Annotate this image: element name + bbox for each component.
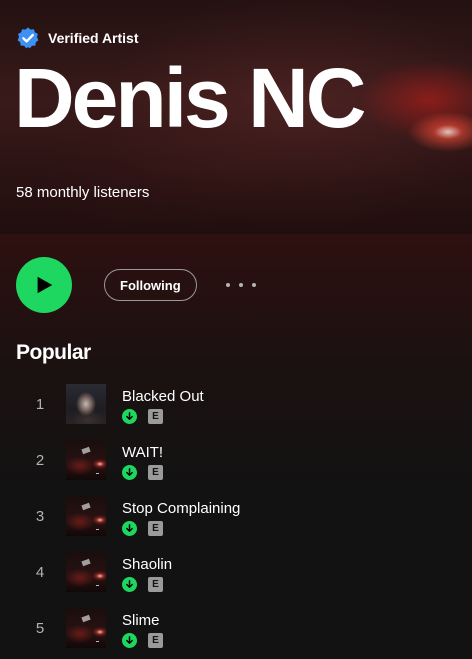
track-badges: E (122, 633, 163, 648)
downloaded-icon (122, 521, 137, 536)
downloaded-icon (122, 465, 137, 480)
track-number: 2 (35, 452, 45, 469)
artist-name: Denis NC (14, 51, 366, 145)
more-options-icon[interactable] (226, 276, 256, 294)
verified-artist-label: Verified Artist (48, 30, 139, 46)
track-row[interactable]: 2 WAIT! E (0, 436, 472, 492)
explicit-icon: E (148, 465, 163, 480)
track-badges: E (122, 521, 163, 536)
explicit-icon: E (148, 409, 163, 424)
track-cover-art (66, 384, 106, 424)
play-icon (37, 276, 53, 294)
track-badges: E (122, 409, 163, 424)
track-row[interactable]: 5 Slime E (0, 604, 472, 659)
track-cover-art (66, 552, 106, 592)
explicit-icon: E (148, 521, 163, 536)
track-badges: E (122, 465, 163, 480)
play-button[interactable] (16, 257, 72, 313)
track-title: Stop Complaining (122, 500, 241, 517)
track-cover-art (66, 440, 106, 480)
track-title: Shaolin (122, 556, 173, 573)
track-number: 3 (35, 508, 45, 525)
track-title: Slime (122, 612, 160, 629)
more-dot (226, 283, 230, 287)
track-number: 1 (35, 396, 45, 413)
track-row[interactable]: 3 Stop Complaining E (0, 492, 472, 548)
following-button[interactable]: Following (104, 269, 197, 301)
explicit-icon: E (148, 577, 163, 592)
track-cover-art (66, 496, 106, 536)
downloaded-icon (122, 409, 137, 424)
track-number: 4 (35, 564, 45, 581)
track-title: Blacked Out (122, 388, 204, 405)
track-title: WAIT! (122, 444, 164, 461)
more-dot (252, 283, 256, 287)
popular-track-list: 1 Blacked Out E 2 WAIT! E 3 Stop Complai… (0, 380, 472, 659)
more-dot (239, 283, 243, 287)
track-row[interactable]: 4 Shaolin E (0, 548, 472, 604)
track-row[interactable]: 1 Blacked Out E (0, 380, 472, 436)
verified-badge-icon (17, 27, 39, 49)
popular-section-title: Popular (16, 341, 91, 364)
verified-artist-row: Verified Artist (16, 26, 139, 50)
track-number: 5 (35, 620, 45, 637)
downloaded-icon (122, 633, 137, 648)
track-cover-art (66, 608, 106, 648)
track-badges: E (122, 577, 163, 592)
explicit-icon: E (148, 633, 163, 648)
downloaded-icon (122, 577, 137, 592)
monthly-listeners: 58 monthly listeners (16, 184, 150, 201)
